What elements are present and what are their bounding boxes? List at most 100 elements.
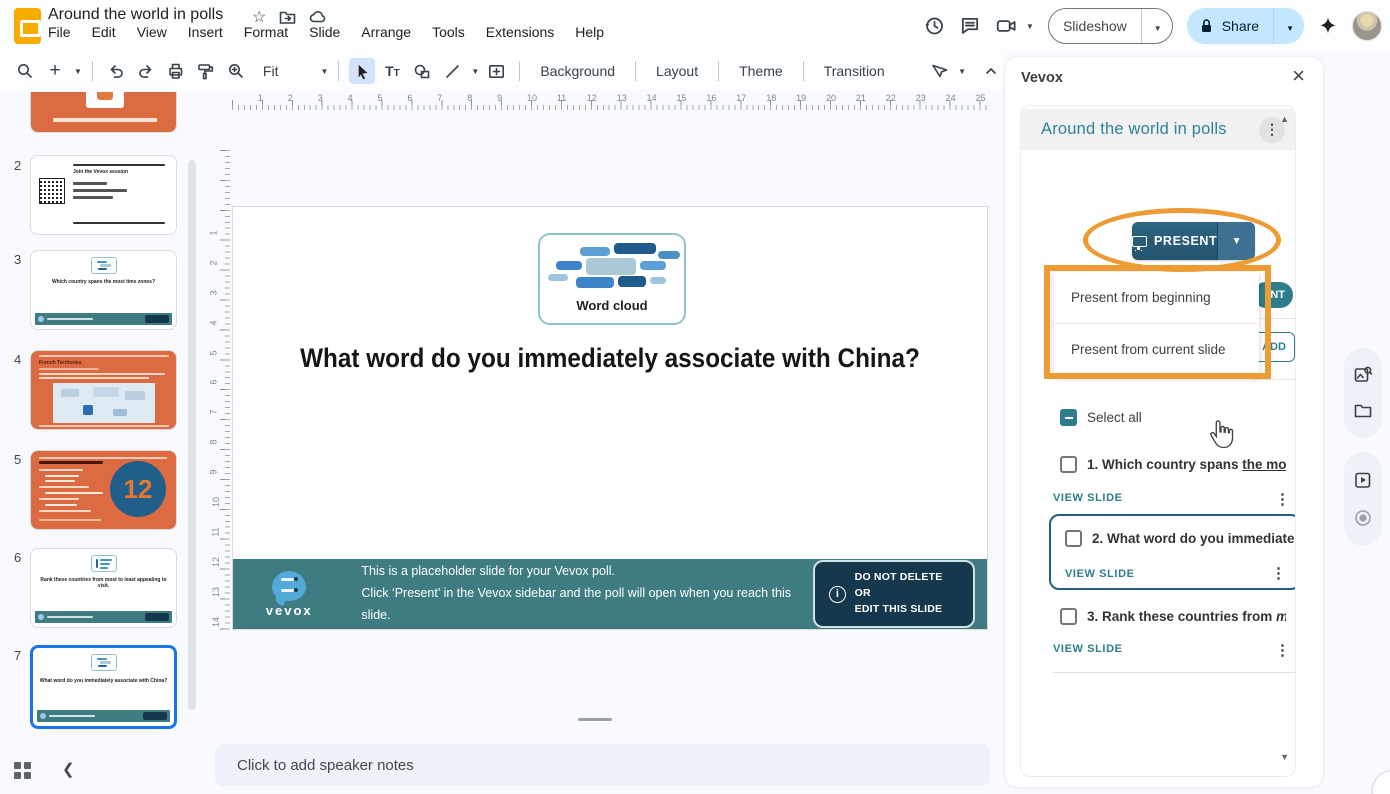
slideshow-dropdown-button[interactable]: ▼ (1142, 18, 1172, 34)
zoom-icon[interactable] (223, 58, 249, 84)
poll-2-view-slide-link[interactable]: VIEW SLIDE (1065, 568, 1135, 580)
new-slide-button[interactable]: + (42, 58, 68, 84)
slide-title[interactable]: What word do you immediately associate w… (271, 343, 950, 374)
menu-slide[interactable]: Slide (309, 24, 340, 40)
h-ruler-number: 11 (557, 93, 566, 103)
menu-tools[interactable]: Tools (432, 24, 465, 40)
undo-button[interactable] (103, 58, 129, 84)
v-ruler-number: 5 (209, 350, 219, 355)
slide-thumbnail-7[interactable]: What word do you immediately associate w… (30, 645, 177, 729)
video-play-icon[interactable] (1353, 470, 1373, 490)
h-ruler-number: 9 (497, 93, 502, 103)
comments-icon[interactable] (959, 15, 981, 37)
h-ruler-number: 19 (796, 93, 806, 103)
zoom-select[interactable]: Fit (253, 63, 289, 79)
poll-item-1[interactable]: 1. Which country spans the most ti (1060, 456, 1286, 473)
collapse-toolbar-icon[interactable] (978, 58, 1004, 84)
select-all-row[interactable]: Select all (1060, 409, 1142, 426)
line-tool-caret[interactable]: ▼ (471, 67, 479, 76)
menu-item-present-from-beginning[interactable]: Present from beginning (1054, 272, 1259, 323)
slide-thumbnail-6[interactable]: Rank these countries from most to least … (30, 548, 177, 628)
select-all-checkbox[interactable] (1060, 409, 1077, 426)
share-button[interactable]: Share (1187, 8, 1274, 44)
poll-1-menu-icon[interactable]: ⋮ (1275, 490, 1290, 508)
poll-1-checkbox[interactable] (1060, 456, 1077, 473)
zoom-select-caret[interactable]: ▼ (320, 67, 328, 76)
menu-view[interactable]: View (137, 24, 167, 40)
slideshow-button[interactable]: Slideshow (1049, 9, 1142, 43)
filmstrip-scrollbar[interactable] (188, 160, 196, 710)
slide-thumbnail-4[interactable]: French Territories (30, 350, 177, 430)
text-box-tool[interactable]: TT (379, 58, 405, 84)
poll-item-3[interactable]: 3. Rank these countries from most (1060, 608, 1286, 625)
redo-button[interactable] (133, 58, 159, 84)
search-menus-icon[interactable] (12, 58, 38, 84)
print-button[interactable] (163, 58, 189, 84)
present-dropdown-button[interactable]: ▼ (1217, 222, 1255, 260)
h-ruler-number: 22 (886, 93, 896, 103)
pen-tool-icon[interactable] (926, 58, 952, 84)
pen-tool-caret[interactable]: ▼ (958, 67, 966, 76)
menu-format[interactable]: Format (244, 24, 288, 40)
line-tool[interactable] (439, 58, 465, 84)
poll-3-checkbox[interactable] (1060, 608, 1077, 625)
h-ruler-number: 24 (946, 93, 956, 103)
h-ruler-number: 14 (647, 93, 657, 103)
folder-icon[interactable] (1353, 401, 1373, 421)
poll-item-2[interactable]: 2. What word do you immediately (1065, 530, 1296, 547)
close-icon[interactable]: × (1292, 65, 1305, 87)
add-button[interactable]: ADD (1253, 332, 1295, 362)
slide-canvas[interactable]: Word cloud What word do you immediately … (232, 206, 988, 630)
scroll-up-icon[interactable]: ▲ (1280, 114, 1289, 124)
menu-edit[interactable]: Edit (92, 24, 116, 40)
slide-thumbnail-2[interactable]: Join the Vevox session (30, 155, 177, 235)
poll-1-view-slide-link[interactable]: VIEW SLIDE (1053, 492, 1123, 504)
h-ruler-number: 15 (677, 93, 687, 103)
h-ruler-number: 3 (318, 93, 323, 103)
version-history-icon[interactable] (923, 15, 945, 37)
speaker-notes[interactable]: Click to add speaker notes (215, 744, 990, 786)
select-tool[interactable] (349, 58, 375, 84)
slide-thumbnail-1[interactable] (30, 92, 177, 133)
new-slide-dropdown[interactable]: ▼ (74, 67, 82, 76)
layout-button[interactable]: Layout (646, 63, 708, 79)
meet-camera-icon[interactable]: ▼ (995, 15, 1034, 37)
menu-arrange[interactable]: Arrange (361, 24, 411, 40)
background-button[interactable]: Background (530, 63, 625, 79)
slide-thumbnail-5[interactable]: 12 (30, 450, 177, 530)
scroll-down-icon[interactable]: ▼ (1280, 752, 1289, 762)
paint-format-icon[interactable] (193, 58, 219, 84)
theme-button[interactable]: Theme (729, 63, 793, 79)
h-ruler-number: 10 (527, 93, 537, 103)
menu-insert[interactable]: Insert (188, 24, 223, 40)
collapse-filmstrip-icon[interactable]: ❮ (62, 760, 75, 778)
poll-3-view-slide-link[interactable]: VIEW SLIDE (1053, 643, 1123, 655)
present-button[interactable]: PRESENT (1132, 222, 1217, 260)
word-cloud-icon[interactable]: Word cloud (538, 233, 686, 325)
menu-help[interactable]: Help (575, 24, 604, 40)
slides-logo-icon[interactable] (14, 8, 41, 44)
vertical-ruler: 1234567891011121314 (214, 150, 230, 630)
partial-present-pill[interactable]: NT (1253, 282, 1293, 308)
transition-button[interactable]: Transition (814, 63, 895, 79)
document-title[interactable]: Around the world in polls (48, 6, 223, 24)
canvas-resize-dash[interactable] (578, 718, 612, 721)
poll-2-checkbox[interactable] (1065, 530, 1082, 547)
menu-item-present-from-current-slide[interactable]: Present from current slide (1054, 324, 1259, 375)
shape-tool[interactable] (409, 58, 435, 84)
slide-thumbnail-3[interactable]: Which country spans the most time zones? (30, 250, 177, 330)
poll-3-menu-icon[interactable]: ⋮ (1275, 641, 1290, 659)
share-dropdown-button[interactable]: ▼ (1274, 18, 1304, 34)
record-icon[interactable] (1353, 508, 1373, 528)
grid-view-icon[interactable] (14, 762, 31, 779)
image-search-icon[interactable] (1353, 365, 1373, 385)
v-ruler-number: 2 (209, 260, 219, 265)
gemini-sparkle-icon[interactable] (1318, 16, 1338, 36)
vevox-panel-title: Vevox (1021, 70, 1063, 86)
menu-extensions[interactable]: Extensions (486, 24, 554, 40)
insert-placeholder-tool[interactable] (483, 58, 509, 84)
menu-file[interactable]: File (48, 24, 71, 40)
corner-button[interactable] (1372, 770, 1390, 794)
avatar[interactable] (1352, 11, 1382, 41)
poll-2-menu-icon[interactable]: ⋮ (1271, 564, 1286, 582)
